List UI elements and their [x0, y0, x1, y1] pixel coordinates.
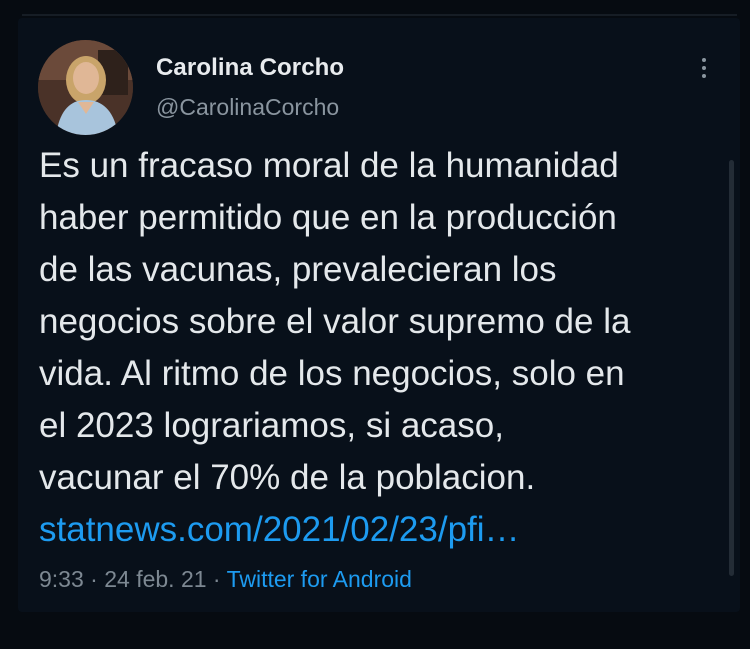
- tweet-line: haber permitido que en la producción: [39, 198, 617, 237]
- tweet-source[interactable]: Twitter for Android: [227, 566, 412, 592]
- avatar[interactable]: [38, 40, 133, 135]
- tweet-time[interactable]: 9:33: [39, 566, 84, 592]
- tweet-line: de las vacunas, prevalecieran los: [39, 250, 557, 289]
- tweet-line: negocios sobre el valor supremo de la: [39, 302, 631, 341]
- tweet-link[interactable]: statnews.com/2021/02/23/pfi…: [39, 504, 729, 556]
- tweet-meta: 9:33 · 24 feb. 21 · Twitter for Android: [39, 566, 412, 593]
- author-name[interactable]: Carolina Corcho: [156, 54, 344, 82]
- tweet-line: Es un fracaso moral de la humanidad: [39, 146, 619, 185]
- more-vertical-icon[interactable]: [694, 54, 714, 84]
- meta-separator: ·: [206, 566, 227, 592]
- screen: Carolina Corcho @CarolinaCorcho Es un fr…: [0, 0, 750, 649]
- scrollbar[interactable]: [729, 160, 734, 576]
- tweet-line: vacunar el 70% de la poblacion.: [39, 458, 536, 497]
- tweet-date[interactable]: 24 feb. 21: [104, 566, 206, 592]
- divider: [22, 14, 737, 16]
- tweet-text: Es un fracaso moral de la humanidad habe…: [39, 140, 729, 556]
- author-handle[interactable]: @CarolinaCorcho: [156, 94, 339, 121]
- tweet-line: vida. Al ritmo de los negocios, solo en: [39, 354, 625, 393]
- meta-separator: ·: [83, 566, 105, 592]
- avatar-image: [38, 40, 133, 135]
- tweet-line: el 2023 lograriamos, si acaso,: [39, 406, 504, 445]
